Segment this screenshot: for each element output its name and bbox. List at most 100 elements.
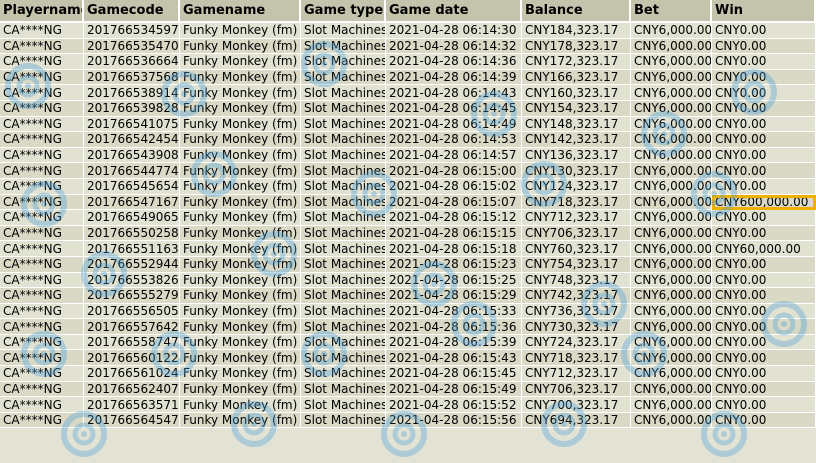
table-row[interactable]: CA****NG 201766542454 Funky Monkey (fm) Slo… <box>0 132 816 148</box>
cell-gamename: Funky Monkey (fm) <box>180 288 301 304</box>
table-row[interactable]: CA****NG 201766553826 Funky Monkey (fm) Slo… <box>0 272 816 289</box>
table-row[interactable]: CA****NG 201766558747 Funky Monkey (fm) Slo… <box>0 334 816 351</box>
cell-bet: CNY6,000.00 <box>631 38 712 55</box>
cell-bet: CNY6,000.00 <box>631 288 712 304</box>
cell-gamename: Funky Monkey (fm) <box>180 116 301 133</box>
cell-bet: CNY6,000.00 <box>631 397 712 413</box>
cell-game-date: 2021-04-28 06:15:49 <box>386 381 522 398</box>
cell-playername: CA****NG <box>0 178 84 195</box>
cell-gamename: Funky Monkey (fm) <box>180 210 301 226</box>
cell-bet: CNY6,000.00 <box>631 412 712 429</box>
bet-history-grid: Playername Gamecode Gamename Game type G… <box>0 0 816 463</box>
table-row[interactable]: CA****NG 201766539828 Funky Monkey (fm) Slo… <box>0 100 816 117</box>
cell-gamename: Funky Monkey (fm) <box>180 256 301 273</box>
cell-bet: CNY6,000.00 <box>631 366 712 382</box>
cell-balance: CNY160,323.17 <box>522 85 631 101</box>
table-row[interactable]: CA****NG 201766552944 Funky Monkey (fm) Slo… <box>0 256 816 273</box>
column-header-win[interactable]: Win <box>712 0 816 23</box>
cell-gamecode: 201766539828 <box>84 100 180 117</box>
cell-bet: CNY6,000.00 <box>631 85 712 101</box>
cell-game-type: Slot Machines <box>301 334 386 351</box>
cell-game-type: Slot Machines <box>301 303 386 320</box>
table-row[interactable]: CA****NG 201766557642 Funky Monkey (fm) Slo… <box>0 319 816 335</box>
column-header-bet[interactable]: Bet <box>631 0 712 23</box>
cell-gamecode: 201766537568 <box>84 69 180 86</box>
table-row[interactable]: CA****NG 201766535470 Funky Monkey (fm) Slo… <box>0 38 816 55</box>
table-row[interactable]: CA****NG 201766550258 Funky Monkey (fm) Slo… <box>0 225 816 242</box>
cell-gamecode: 201766562407 <box>84 381 180 398</box>
cell-gamecode: 201766534597 <box>84 23 180 39</box>
table-row[interactable]: CA****NG 201766563571 Funky Monkey (fm) Slo… <box>0 397 816 413</box>
cell-balance: CNY754,323.17 <box>522 256 631 273</box>
table-row[interactable]: CA****NG 201766534597 Funky Monkey (fm) Slo… <box>0 23 816 39</box>
cell-playername: CA****NG <box>0 38 84 55</box>
cell-win: CNY0.00 <box>712 69 816 86</box>
cell-bet: CNY6,000.00 <box>631 241 712 257</box>
cell-gamename: Funky Monkey (fm) <box>180 38 301 55</box>
cell-win: CNY0.00 <box>712 132 816 148</box>
cell-gamecode: 201766551163 <box>84 241 180 257</box>
bet-history-table: Playername Gamecode Gamename Game type G… <box>0 0 816 429</box>
cell-game-type: Slot Machines <box>301 132 386 148</box>
table-row[interactable]: CA****NG 201766564547 Funky Monkey (fm) Slo… <box>0 412 816 429</box>
cell-game-type: Slot Machines <box>301 116 386 133</box>
cell-playername: CA****NG <box>0 272 84 289</box>
cell-game-type: Slot Machines <box>301 397 386 413</box>
cell-game-type: Slot Machines <box>301 147 386 164</box>
cell-gamecode: 201766538914 <box>84 85 180 101</box>
cell-gamecode: 201766564547 <box>84 412 180 429</box>
cell-bet: CNY6,000.00 <box>631 54 712 70</box>
table-row[interactable]: CA****NG 201766560122 Funky Monkey (fm) Slo… <box>0 350 816 367</box>
cell-win: CNY0.00 <box>712 303 816 320</box>
cell-game-date: 2021-04-28 06:15:00 <box>386 163 522 179</box>
column-header-playername[interactable]: Playername <box>0 0 84 23</box>
cell-win: CNY0.00 <box>712 38 816 55</box>
table-row[interactable]: CA****NG 201766538914 Funky Monkey (fm) Slo… <box>0 85 816 101</box>
column-header-gamecode[interactable]: Gamecode <box>84 0 180 23</box>
table-row[interactable]: CA****NG 201766536664 Funky Monkey (fm) Slo… <box>0 54 816 70</box>
table-row[interactable]: CA****NG 201766544774 Funky Monkey (fm) Slo… <box>0 163 816 179</box>
cell-game-date: 2021-04-28 06:14:30 <box>386 23 522 39</box>
table-row[interactable]: CA****NG 201766556505 Funky Monkey (fm) Slo… <box>0 303 816 320</box>
cell-playername: CA****NG <box>0 132 84 148</box>
cell-playername: CA****NG <box>0 23 84 39</box>
table-row[interactable]: CA****NG 201766541075 Funky Monkey (fm) Slo… <box>0 116 816 133</box>
cell-game-type: Slot Machines <box>301 256 386 273</box>
cell-gamename: Funky Monkey (fm) <box>180 54 301 70</box>
cell-gamename: Funky Monkey (fm) <box>180 350 301 367</box>
cell-bet: CNY6,000.00 <box>631 23 712 39</box>
table-row[interactable]: CA****NG 201766561024 Funky Monkey (fm) Slo… <box>0 366 816 382</box>
cell-gamecode: 201766535470 <box>84 38 180 55</box>
column-header-balance[interactable]: Balance <box>522 0 631 23</box>
cell-gamename: Funky Monkey (fm) <box>180 397 301 413</box>
cell-playername: CA****NG <box>0 350 84 367</box>
cell-game-date: 2021-04-28 06:14:53 <box>386 132 522 148</box>
cell-gamecode: 201766549065 <box>84 210 180 226</box>
cell-bet: CNY6,000.00 <box>631 132 712 148</box>
cell-gamename: Funky Monkey (fm) <box>180 178 301 195</box>
cell-balance: CNY136,323.17 <box>522 147 631 164</box>
table-row[interactable]: CA****NG 201766562407 Funky Monkey (fm) Slo… <box>0 381 816 398</box>
cell-gamecode: 201766542454 <box>84 132 180 148</box>
cell-win: CNY0.00 <box>712 23 816 39</box>
cell-win: CNY0.00 <box>712 178 816 195</box>
column-header-gamename[interactable]: Gamename <box>180 0 301 23</box>
cell-bet: CNY6,000.00 <box>631 319 712 335</box>
cell-gamename: Funky Monkey (fm) <box>180 319 301 335</box>
cell-playername: CA****NG <box>0 412 84 429</box>
cell-gamecode: 201766561024 <box>84 366 180 382</box>
cell-gamename: Funky Monkey (fm) <box>180 69 301 86</box>
table-row[interactable]: CA****NG 201766549065 Funky Monkey (fm) Slo… <box>0 210 816 226</box>
cell-win: CNY0.00 <box>712 334 816 351</box>
table-row[interactable]: CA****NG 201766537568 Funky Monkey (fm) Slo… <box>0 69 816 86</box>
column-header-game-date[interactable]: Game date <box>386 0 522 23</box>
table-row[interactable]: CA****NG 201766545654 Funky Monkey (fm) Slo… <box>0 178 816 195</box>
cell-bet: CNY6,000.00 <box>631 225 712 242</box>
table-row[interactable]: CA****NG 201766543908 Funky Monkey (fm) Slo… <box>0 147 816 164</box>
table-row[interactable]: CA****NG 201766555279 Funky Monkey (fm) Slo… <box>0 288 816 304</box>
table-row[interactable]: CA****NG 201766547167 Funky Monkey (fm) Slo… <box>0 194 816 211</box>
cell-win: CNY0.00 <box>712 225 816 242</box>
cell-gamecode: 201766557642 <box>84 319 180 335</box>
column-header-game-type[interactable]: Game type <box>301 0 386 23</box>
table-row[interactable]: CA****NG 201766551163 Funky Monkey (fm) Slo… <box>0 241 816 257</box>
